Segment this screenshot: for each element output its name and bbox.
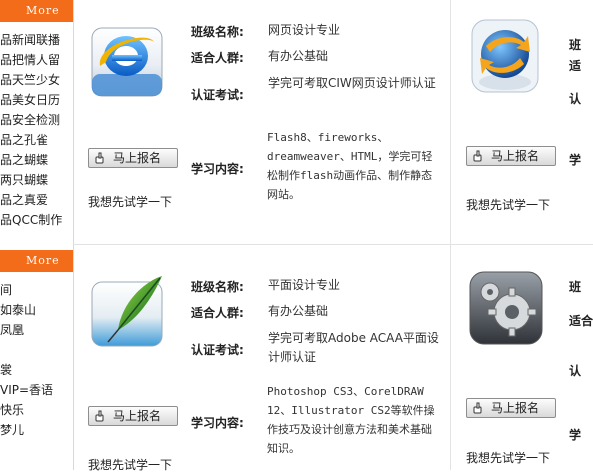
exam-label-partial: 认 [569,364,582,378]
globe-arrow-icon [466,16,546,96]
class-name-value: 平面设计专业 [268,278,341,292]
more-link-bottom[interactable]: More [0,250,73,272]
try-first-link[interactable]: 我想先试学一下 [88,456,172,473]
pointing-hand-icon [473,402,482,414]
gears-icon [466,268,546,348]
class-name-label: 班级名称: [191,25,244,39]
list-item[interactable]: 品新闻联播 [0,30,73,50]
pointing-hand-icon [95,410,104,422]
exam-label: 认证考试: [191,343,244,357]
content-value: Flash8、fireworks、dreamweaver、HTML，学完可轻松制… [267,131,433,201]
more-link-top[interactable]: More [0,0,73,22]
class-name-label-partial: 班 [569,280,582,294]
content-label: 学习内容: [191,416,244,430]
feather-icon [88,272,168,352]
exam-value: 学完可考取Adobe ACAA平面设计师认证 [268,331,439,364]
signup-label: 马上报名 [491,401,540,415]
try-first-link[interactable]: 我想先试学一下 [466,449,550,466]
signup-button[interactable]: 马上报名 [466,146,556,166]
audience-value: 有办公基础 [268,304,329,318]
exam-value: 学完可考取CIW网页设计师认证 [268,76,436,90]
exam-label: 认证考试: [191,88,244,102]
ie-browser-icon [88,22,168,102]
content-label-partial: 学 [569,153,582,167]
list-item[interactable] [0,340,73,360]
signup-label: 马上报名 [113,151,162,165]
more-label: More [26,254,60,267]
list-item[interactable]: 品之真爱 [0,190,73,210]
list-item[interactable]: 品美女日历 [0,90,73,110]
list-item[interactable]: 间 [0,280,73,300]
try-first-link[interactable]: 我想先试学一下 [466,196,550,213]
audience-label: 适合人群: [191,51,244,65]
left-list-top: 品新闻联播 品把情人留 品天竺少女 品美女日历 品安全检测 品之孔雀 品之蝴蝶 … [0,30,73,230]
content-label-partial: 学 [569,428,582,442]
audience-label: 适合人群: [191,306,244,320]
signup-button[interactable]: 马上报名 [88,406,178,426]
list-item[interactable]: 品之孔雀 [0,130,73,150]
list-item[interactable]: 凤凰 [0,320,73,340]
pointing-hand-icon [95,152,104,164]
list-item[interactable]: 品之蝴蝶 [0,150,73,170]
signup-button[interactable]: 马上报名 [466,398,556,418]
list-item[interactable]: 快乐 [0,400,73,420]
list-item[interactable]: 裳 [0,360,73,380]
signup-button[interactable]: 马上报名 [88,148,178,168]
class-name-label: 班级名称: [191,280,244,294]
list-item[interactable]: VIP=香语 [0,380,73,400]
list-item[interactable]: 品把情人留 [0,50,73,70]
list-item[interactable]: 品QCC制作 [0,210,73,230]
column-divider [450,0,451,470]
row-divider [73,244,593,245]
list-item[interactable]: 品天竺少女 [0,70,73,90]
list-item[interactable]: 品安全检测 [0,110,73,130]
content-label: 学习内容: [191,162,244,176]
pointing-hand-icon [473,150,482,162]
signup-label: 马上报名 [113,409,162,423]
class-name-value: 网页设计专业 [268,23,341,37]
exam-label-partial: 认 [569,92,582,106]
audience-label-partial: 适 [569,59,582,73]
list-item[interactable]: 两只蝴蝶 [0,170,73,190]
left-list-bottom: 间 如泰山 凤凰 裳 VIP=香语 快乐 梦儿 [0,280,73,440]
class-name-label-partial: 班 [569,38,582,52]
left-sidebar: More 品新闻联播 品把情人留 品天竺少女 品美女日历 品安全检测 品之孔雀 … [0,0,74,470]
audience-label-partial: 适合 [569,314,593,328]
list-item[interactable]: 梦儿 [0,420,73,440]
signup-label: 马上报名 [491,149,540,163]
list-item[interactable]: 如泰山 [0,300,73,320]
try-first-link[interactable]: 我想先试学一下 [88,193,172,210]
audience-value: 有办公基础 [268,49,329,63]
content-value: Photoshop CS3、CorelDRAW 12、Illustrator C… [267,385,435,455]
more-label: More [26,4,60,17]
